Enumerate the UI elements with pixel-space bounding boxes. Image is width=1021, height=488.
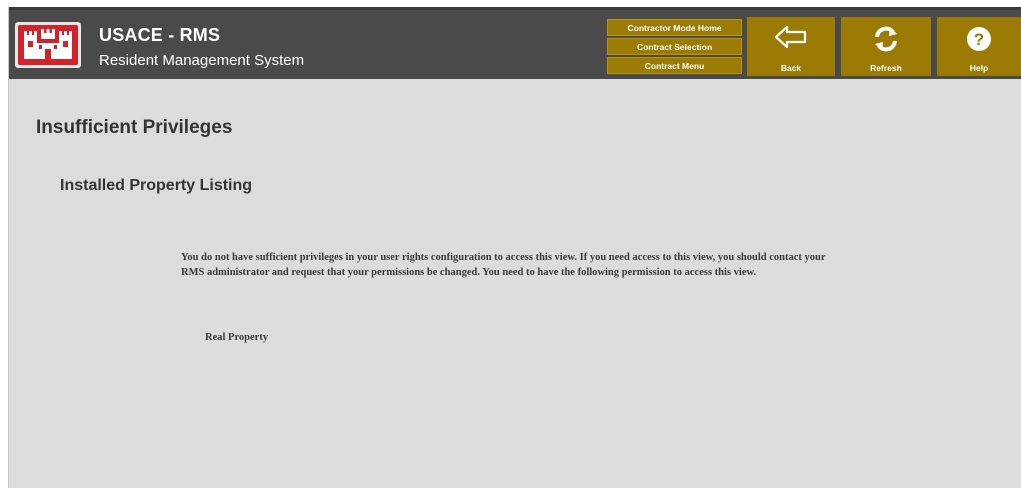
contract-menu-link[interactable]: Contract Menu bbox=[607, 57, 742, 74]
castle-icon bbox=[24, 29, 72, 59]
required-permission: Real Property bbox=[205, 332, 269, 343]
page-title: Insufficient Privileges bbox=[36, 117, 233, 138]
contractor-mode-home-link[interactable]: Contractor Mode Home bbox=[607, 19, 742, 36]
privilege-message: You do not have sufficient privileges in… bbox=[181, 252, 826, 278]
svg-text:?: ? bbox=[974, 30, 984, 49]
section-title: Installed Property Listing bbox=[60, 177, 253, 194]
back-arrow-icon bbox=[774, 25, 808, 54]
logo-background bbox=[18, 25, 78, 65]
app-title: USACE - RMS bbox=[99, 25, 221, 45]
help-label: Help bbox=[969, 63, 989, 73]
header-bar: USACE - RMS Resident Management System C… bbox=[9, 7, 1021, 79]
main-content: Insufficient Privileges Installed Proper… bbox=[9, 79, 1021, 488]
help-icon: ? bbox=[965, 25, 993, 58]
contract-selection-link[interactable]: Contract Selection bbox=[607, 38, 742, 55]
back-button[interactable]: Back bbox=[747, 17, 835, 76]
header-topline bbox=[9, 7, 1021, 10]
back-label: Back bbox=[780, 63, 802, 73]
app-subtitle: Resident Management System bbox=[99, 52, 305, 69]
refresh-icon bbox=[872, 25, 900, 58]
app-window: USACE - RMS Resident Management System C… bbox=[8, 7, 1021, 488]
castle-logo[interactable] bbox=[15, 22, 81, 68]
refresh-label: Refresh bbox=[870, 63, 902, 73]
refresh-button[interactable]: Refresh bbox=[841, 17, 931, 76]
nav-links: Contractor Mode Home Contract Selection … bbox=[607, 19, 742, 77]
help-button[interactable]: ? Help bbox=[937, 17, 1021, 76]
